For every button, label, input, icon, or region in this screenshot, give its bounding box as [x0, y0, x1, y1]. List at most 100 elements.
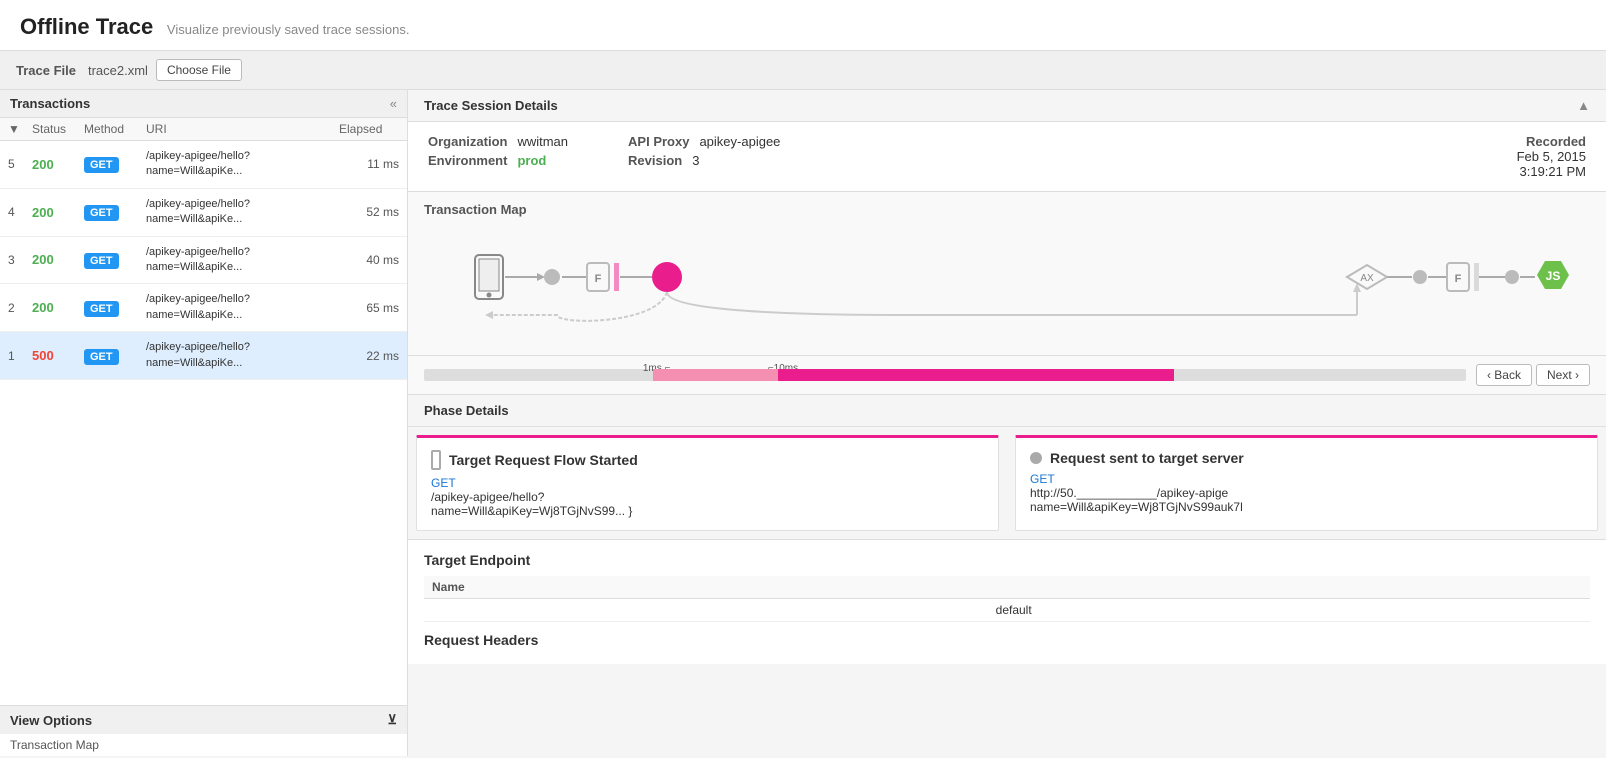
trace-file-label: Trace File: [16, 63, 76, 78]
recorded-label: Recorded: [1526, 134, 1586, 149]
org-label: Organization: [428, 134, 507, 149]
tx-uri: /apikey-apigee/hello? name=Will&apiKe...: [146, 340, 339, 371]
phase-details-section: Phase Details Target Request Flow Starte…: [408, 395, 1606, 540]
tx-num: 5: [8, 157, 32, 171]
right-panel: Trace Session Details ▲ Organization wwi…: [408, 90, 1606, 756]
phase-card-2-title: Request sent to target server: [1050, 450, 1244, 466]
tx-num: 2: [8, 301, 32, 315]
session-details: Organization wwitman Environment prod AP…: [408, 122, 1606, 192]
table-row[interactable]: 2 200 GET /apikey-apigee/hello? name=Wil…: [0, 284, 407, 332]
revision-value: 3: [692, 153, 699, 168]
phase-card-1-url2: name=Will&apiKey=Wj8TGjNvS99... }: [431, 504, 984, 518]
tx-elapsed: 11 ms: [339, 157, 399, 171]
timeline-segment-pink: [653, 369, 778, 381]
tx-map-label: Transaction Map: [0, 734, 407, 756]
phase-icon-1: [431, 450, 441, 470]
svg-text:F: F: [1455, 273, 1462, 285]
phase-card-2-url: http://50.____________/apikey-apige: [1030, 486, 1583, 500]
sort-arrow[interactable]: ▼: [8, 122, 32, 136]
choose-file-button[interactable]: Choose File: [156, 59, 242, 81]
col-status: Status: [32, 122, 84, 136]
phase-card-1-header: Target Request Flow Started: [431, 450, 984, 470]
endpoint-section: Target Endpoint Name default Request Hea…: [408, 540, 1606, 664]
proxy-revision-field: API Proxy apikey-apigee Revision 3: [628, 134, 780, 168]
phase-card-1-get: GET: [431, 476, 984, 490]
table-row[interactable]: 4 200 GET /apikey-apigee/hello? name=Wil…: [0, 189, 407, 237]
org-value: wwitman: [517, 134, 568, 149]
trace-session-title: Trace Session Details: [424, 98, 558, 113]
tx-status: 500: [32, 348, 84, 363]
transactions-header: Transactions «: [0, 90, 407, 118]
next-button[interactable]: Next ›: [1536, 364, 1590, 386]
tx-num: 3: [8, 253, 32, 267]
phase-details-title: Phase Details: [408, 395, 1606, 427]
page-subtitle: Visualize previously saved trace session…: [167, 22, 410, 37]
view-options-label: View Options: [10, 713, 92, 728]
left-panel: Transactions « ▼ Status Method URI Elaps…: [0, 90, 408, 756]
tx-method: GET: [84, 157, 146, 171]
endpoint-name-value: default: [988, 599, 1590, 622]
tx-elapsed: 52 ms: [339, 205, 399, 219]
tx-uri: /apikey-apigee/hello? name=Will&apiKe...: [146, 245, 339, 276]
revision-label: Revision: [628, 153, 682, 168]
phase-card-2-header: Request sent to target server: [1030, 450, 1583, 466]
flow-svg: F AX: [424, 225, 1590, 345]
recorded-block: Recorded Feb 5, 2015 3:19:21 PM: [1517, 134, 1586, 179]
table-row[interactable]: 5 200 GET /apikey-apigee/hello? name=Wil…: [0, 141, 407, 189]
phase-card-2-url2: name=Will&apiKey=Wj8TGjNvS99auk7l: [1030, 500, 1583, 514]
trace-file-bar: Trace File trace2.xml Choose File: [0, 51, 1606, 90]
phase-dot-2: [1030, 452, 1042, 464]
trace-file-name: trace2.xml: [88, 63, 148, 78]
back-button[interactable]: ‹ Back: [1476, 364, 1532, 386]
col-name-header: Name: [424, 576, 988, 599]
tx-elapsed: 22 ms: [339, 349, 399, 363]
tx-table-header: ▼ Status Method URI Elapsed: [0, 118, 407, 141]
view-options-collapse-icon[interactable]: ⊻: [387, 712, 397, 728]
tx-uri: /apikey-apigee/hello? name=Will&apiKe...: [146, 197, 339, 228]
flow-diagram: F AX: [424, 225, 1590, 345]
tx-method: GET: [84, 253, 146, 267]
tx-elapsed: 65 ms: [339, 301, 399, 315]
tx-method: GET: [84, 205, 146, 219]
recorded-date: Feb 5, 2015: [1517, 149, 1586, 164]
api-proxy-label: API Proxy: [628, 134, 689, 149]
trace-session-header: Trace Session Details ▲: [408, 90, 1606, 122]
target-endpoint-title: Target Endpoint: [424, 552, 1590, 568]
timeline-bar: 1ms ⌐ ⌐10ms: [424, 365, 1466, 385]
tx-status: 200: [32, 205, 84, 220]
tx-status: 200: [32, 300, 84, 315]
table-row[interactable]: 1 500 GET /apikey-apigee/hello? name=Wil…: [0, 332, 407, 380]
col-uri: URI: [146, 122, 339, 136]
table-row[interactable]: 3 200 GET /apikey-apigee/hello? name=Wil…: [0, 237, 407, 285]
tx-num: 1: [8, 349, 32, 363]
transactions-collapse-button[interactable]: «: [390, 96, 397, 111]
tx-uri: /apikey-apigee/hello? name=Will&apiKe...: [146, 149, 339, 180]
env-label: Environment: [428, 153, 507, 168]
phase-card-2: Request sent to target server GET http:/…: [1015, 435, 1598, 531]
col-method: Method: [84, 122, 146, 136]
timeline-nav-buttons: ‹ Back Next ›: [1476, 364, 1590, 386]
tx-uri: /apikey-apigee/hello? name=Will&apiKe...: [146, 292, 339, 323]
transactions-list: 5 200 GET /apikey-apigee/hello? name=Wil…: [0, 141, 407, 705]
phase-card-1: Target Request Flow Started GET /apikey-…: [416, 435, 999, 531]
session-details-collapse-button[interactable]: ▲: [1577, 98, 1590, 113]
tx-num: 4: [8, 205, 32, 219]
phase-cards: Target Request Flow Started GET /apikey-…: [408, 427, 1606, 539]
main-layout: Transactions « ▼ Status Method URI Elaps…: [0, 90, 1606, 756]
svg-text:F: F: [595, 273, 602, 285]
recorded-time: 3:19:21 PM: [1520, 164, 1587, 179]
page-title: Offline Trace: [20, 14, 153, 39]
endpoint-name-label: [424, 599, 988, 622]
table-row: default: [424, 599, 1590, 622]
timeline-area: 1ms ⌐ ⌐10ms ‹ Back Next ›: [408, 356, 1606, 395]
tx-status: 200: [32, 252, 84, 267]
svg-text:JS: JS: [1546, 269, 1561, 283]
request-headers-title: Request Headers: [424, 632, 1590, 648]
api-proxy-value: apikey-apigee: [699, 134, 780, 149]
org-env-field: Organization wwitman Environment prod: [428, 134, 568, 168]
col-value-header: [988, 576, 1590, 599]
tx-method: GET: [84, 301, 146, 315]
endpoint-table: Name default: [424, 576, 1590, 622]
phase-card-1-title: Target Request Flow Started: [449, 452, 638, 468]
transactions-title: Transactions: [10, 96, 90, 111]
